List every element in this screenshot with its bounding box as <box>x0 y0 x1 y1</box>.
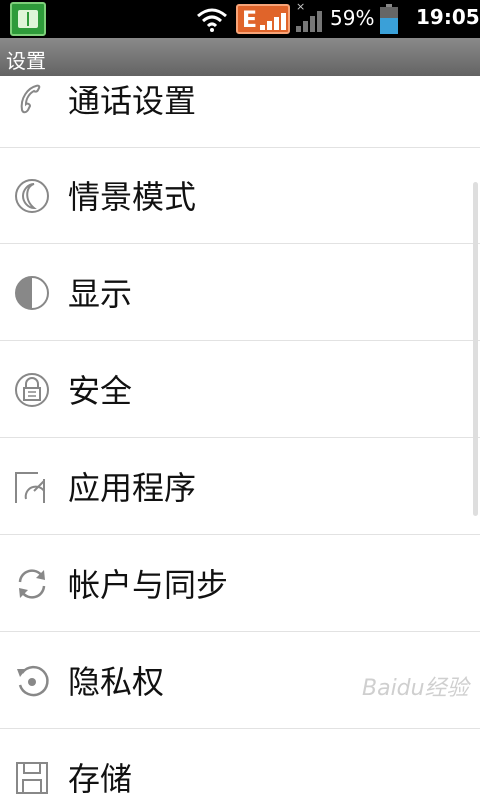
battery-percent: 59% <box>330 6 375 30</box>
edge-signal-icon: E <box>236 4 290 34</box>
settings-item-label: 应用程序 <box>68 469 197 507</box>
cell-signal-icon <box>296 11 322 32</box>
phone-icon <box>20 84 41 114</box>
settings-item-label: 存储 <box>68 760 133 798</box>
lock-icon <box>15 373 49 407</box>
settings-item-storage[interactable]: 存储 <box>0 730 480 800</box>
settings-item-call[interactable]: 通话设置 <box>0 76 480 148</box>
settings-item-label: 通话设置 <box>68 82 197 120</box>
privacy-icon <box>17 665 49 697</box>
title-bar: 设置 <box>0 38 480 76</box>
profile-moon-icon <box>15 179 49 213</box>
page-title: 设置 <box>6 49 46 73</box>
status-bar: E × 59% 19:05 <box>0 0 480 38</box>
sync-icon <box>18 569 46 599</box>
settings-item-label: 帐户与同步 <box>68 566 229 604</box>
watermark: Baidu经验 <box>362 676 469 701</box>
display-icon <box>15 276 49 310</box>
applications-icon <box>15 472 45 503</box>
settings-item-profile[interactable]: 情景模式 <box>0 148 480 244</box>
settings-item-label: 情景模式 <box>68 178 197 216</box>
battery-icon <box>380 4 398 34</box>
settings-item-label: 安全 <box>68 372 133 410</box>
network-type-label: E <box>242 8 258 33</box>
settings-item-security[interactable]: 安全 <box>0 342 480 438</box>
settings-item-accounts-sync[interactable]: 帐户与同步 <box>0 536 480 632</box>
scrollbar[interactable] <box>473 182 478 516</box>
app-notification-icon[interactable] <box>10 2 46 36</box>
settings-item-applications[interactable]: 应用程序 <box>0 439 480 535</box>
settings-item-label: 隐私权 <box>68 663 165 701</box>
wifi-icon <box>197 8 227 32</box>
storage-icon <box>16 762 48 794</box>
settings-item-label: 显示 <box>68 275 133 313</box>
settings-item-display[interactable]: 显示 <box>0 245 480 341</box>
clock: 19:05 <box>416 5 480 29</box>
